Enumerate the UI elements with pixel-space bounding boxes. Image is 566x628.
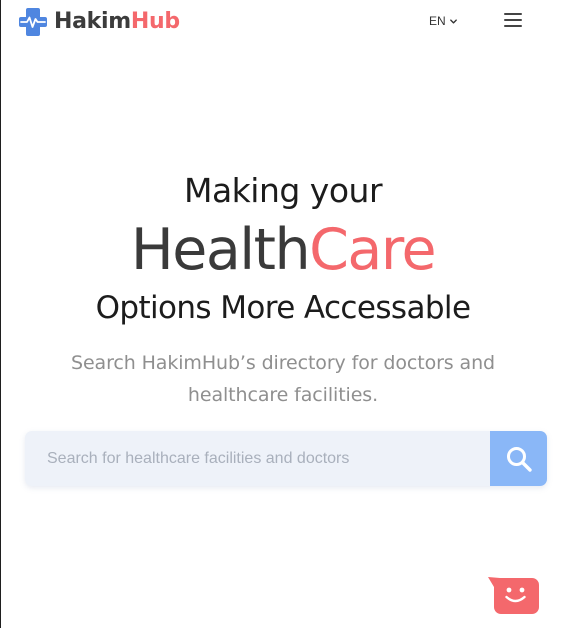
search-button[interactable] <box>490 431 547 486</box>
menu-bar-middle <box>504 19 522 21</box>
hero-title-healthcare: HealthCare <box>0 214 566 286</box>
search-bar <box>25 431 547 486</box>
medical-cross-heartbeat-icon <box>19 8 47 36</box>
logo[interactable]: HakimHub <box>17 6 180 38</box>
menu-bar-bottom <box>504 25 522 27</box>
chat-widget-button[interactable] <box>486 575 540 615</box>
hero-title-line1: Making your <box>183 171 383 210</box>
hero-title-health: Health <box>130 217 311 283</box>
logo-text-hakim: Hakim <box>54 9 131 34</box>
chevron-down-icon <box>449 18 457 24</box>
language-label: EN <box>429 14 446 28</box>
hamburger-menu-icon[interactable] <box>504 13 526 31</box>
hero-title-care: Care <box>309 217 436 283</box>
logo-text-hub: Hub <box>130 9 180 34</box>
language-selector[interactable]: EN <box>429 14 458 28</box>
hero-subtitle: Search HakimHub’s directory for doctors … <box>70 352 495 406</box>
menu-bar-top <box>504 13 522 15</box>
search-icon <box>506 446 532 472</box>
hero-title-line3: Options More Accessable <box>95 290 471 326</box>
site-header: HakimHub EN <box>0 0 566 46</box>
logo-text: HakimHub <box>54 6 180 38</box>
search-input[interactable] <box>25 431 490 486</box>
smiley-chat-icon <box>488 577 539 614</box>
